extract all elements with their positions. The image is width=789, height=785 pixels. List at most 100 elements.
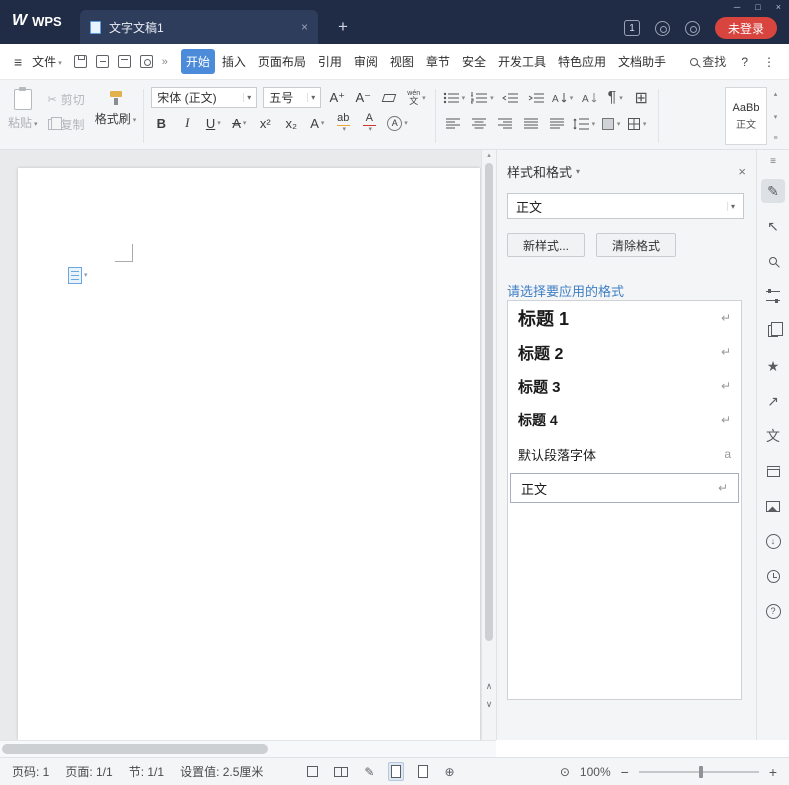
superscript-button[interactable]: x² <box>255 113 275 133</box>
shading-button[interactable] <box>601 114 621 134</box>
paste-button[interactable]: 粘贴 <box>8 87 38 131</box>
style-item-default-font[interactable]: 默认段落字体 a <box>508 437 741 471</box>
strikethrough-button[interactable]: A <box>229 113 249 133</box>
align-center-button[interactable] <box>469 114 489 134</box>
vertical-scrollbar-thumb[interactable] <box>485 163 493 641</box>
gallery-more-icon[interactable]: ≡ <box>773 135 777 142</box>
resources-button[interactable] <box>761 459 785 483</box>
history-button[interactable] <box>761 564 785 588</box>
text-direction-button[interactable]: A <box>552 88 574 108</box>
scroll-up-icon[interactable]: ▴ <box>482 151 496 159</box>
maximize-button[interactable]: □ <box>755 2 760 12</box>
highlight-color-button[interactable]: ab <box>333 113 353 133</box>
print-icon[interactable] <box>117 55 131 68</box>
tab-section[interactable]: 章节 <box>421 49 455 74</box>
gallery-down-icon[interactable]: ▾ <box>774 113 778 121</box>
clear-format-button[interactable]: 清除格式 <box>596 233 677 257</box>
caret-down-icon[interactable]: ▾ <box>243 93 251 102</box>
style-item-heading1[interactable]: 标题 1 ↵ <box>508 301 741 335</box>
tab-view[interactable]: 视图 <box>385 49 419 74</box>
outline-view-button[interactable] <box>416 763 430 780</box>
wps-menu-button[interactable]: W WPS <box>12 12 62 30</box>
help-icon[interactable]: ? <box>741 55 748 69</box>
italic-button[interactable]: I <box>177 113 197 133</box>
translate-button[interactable]: 文 <box>761 424 785 448</box>
settings-icon[interactable] <box>684 20 700 36</box>
new-tab-button[interactable]: + <box>338 18 348 35</box>
quick-insert-widget[interactable]: ▾ <box>68 267 88 284</box>
window-close-button[interactable]: × <box>776 2 781 12</box>
previous-page-button[interactable]: ∧ <box>482 681 496 692</box>
caret-down-icon[interactable]: ▾ <box>576 167 580 176</box>
find-button[interactable]: 查找 <box>690 53 726 70</box>
justify-button[interactable] <box>521 114 541 134</box>
tab-insert[interactable]: 插入 <box>217 49 251 74</box>
bullets-button[interactable] <box>443 88 466 108</box>
caret-down-icon[interactable]: ▾ <box>307 93 315 102</box>
style-gallery-item[interactable]: AaBb 正文 <box>725 87 767 145</box>
qat-overflow-icon[interactable]: » <box>162 56 168 68</box>
images-button[interactable] <box>761 494 785 518</box>
tab-grid-button[interactable]: ⊞ <box>631 88 651 108</box>
select-tool-button[interactable]: ↖ <box>761 214 785 238</box>
bold-button[interactable]: B <box>151 113 171 133</box>
grow-font-button[interactable]: A⁺ <box>327 88 347 108</box>
paragraph-marks-button[interactable]: ¶ <box>605 88 625 108</box>
login-button[interactable]: 未登录 <box>714 17 777 39</box>
export-icon[interactable] <box>95 55 109 68</box>
print-layout-button[interactable] <box>388 762 405 781</box>
increase-indent-button[interactable] <box>526 88 546 108</box>
ink-button[interactable]: ✎ <box>362 763 376 781</box>
style-item-heading4[interactable]: 标题 4 ↵ <box>508 403 741 437</box>
tab-references[interactable]: 引用 <box>313 49 347 74</box>
tab-home[interactable]: 开始 <box>180 49 215 74</box>
numbering-button[interactable] <box>471 88 494 108</box>
font-name-select[interactable]: 宋体 (正文) ▾ <box>151 87 258 108</box>
align-right-button[interactable] <box>495 114 515 134</box>
clear-formatting-button[interactable] <box>379 88 399 108</box>
tab-close-icon[interactable]: × <box>301 20 308 34</box>
format-painter-button[interactable]: 格式刷 <box>95 87 137 127</box>
help-button[interactable]: ? <box>761 599 785 623</box>
next-page-button[interactable]: ∨ <box>482 699 496 710</box>
sort-button[interactable]: A <box>579 88 599 108</box>
gallery-up-icon[interactable]: ▴ <box>774 90 778 98</box>
style-item-body-selected[interactable]: 正文 ↵ <box>510 473 739 503</box>
downloads-button[interactable]: ↓ <box>761 529 785 553</box>
underline-button[interactable]: U <box>203 113 223 133</box>
zoom-slider-thumb[interactable] <box>698 765 703 778</box>
tab-special-features[interactable]: 特色应用 <box>553 49 611 74</box>
horizontal-scrollbar-thumb[interactable] <box>2 744 268 754</box>
sidebar-menu-icon[interactable]: ≡ <box>770 156 776 167</box>
zoom-slider[interactable] <box>638 765 759 778</box>
tab-page-layout[interactable]: 页面布局 <box>253 49 311 74</box>
document-page[interactable]: ▾ <box>18 168 480 740</box>
skin-icon[interactable] <box>654 20 670 36</box>
find-replace-button[interactable] <box>761 249 785 273</box>
caret-down-icon[interactable]: ▾ <box>726 201 735 211</box>
tab-review[interactable]: 审阅 <box>349 49 383 74</box>
font-size-select[interactable]: 五号 ▾ <box>263 87 322 108</box>
line-spacing-button[interactable] <box>573 114 596 134</box>
share-button[interactable]: ↗ <box>761 389 785 413</box>
fullscreen-button[interactable] <box>305 764 320 779</box>
font-color-button[interactable]: A <box>359 113 379 133</box>
web-view-button[interactable]: ⊕ <box>442 763 456 781</box>
tab-security[interactable]: 安全 <box>457 49 491 74</box>
minimize-button[interactable]: ─ <box>734 2 740 12</box>
zoom-level-value[interactable]: 100% <box>580 765 611 779</box>
print-preview-icon[interactable] <box>139 55 153 68</box>
style-selector-dropdown[interactable]: 正文 ▾ <box>507 193 744 219</box>
edit-tool-button[interactable]: ✎ <box>761 179 785 203</box>
zoom-in-button[interactable]: + <box>769 765 777 779</box>
properties-button[interactable] <box>761 284 785 308</box>
distribute-button[interactable] <box>547 114 567 134</box>
favorites-button[interactable]: ★ <box>761 354 785 378</box>
subscript-button[interactable]: x₂ <box>281 113 301 133</box>
char-shading-button[interactable]: A <box>385 113 410 133</box>
copy-button[interactable]: 复制 <box>47 116 85 133</box>
eye-protect-icon[interactable]: ⊙ <box>560 765 570 779</box>
task-pane-close-icon[interactable]: × <box>738 164 746 179</box>
zoom-out-button[interactable]: − <box>621 765 629 779</box>
horizontal-scrollbar[interactable] <box>0 740 496 757</box>
